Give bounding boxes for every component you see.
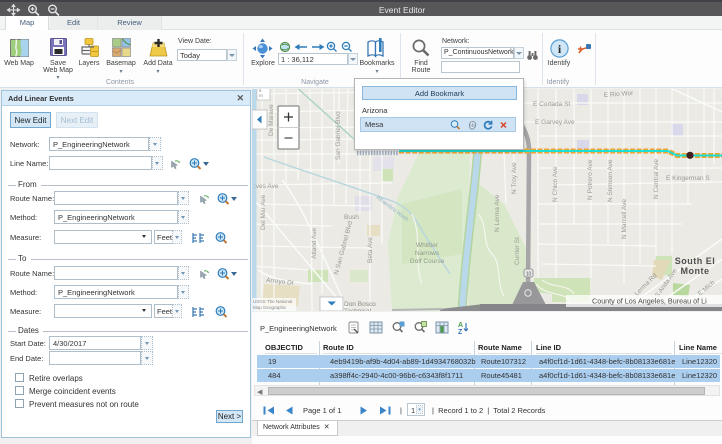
svg-text:Atland Ave: Atland Ave [311, 228, 318, 259]
svg-text:A: A [458, 322, 463, 329]
svg-text:N Lerma Ave: N Lerma Ave [494, 194, 501, 232]
svg-text:County of Los Angeles, Bureau: County of Los Angeles, Bureau of Li [592, 297, 707, 306]
svg-text:Z: Z [458, 329, 463, 334]
svg-text:E Garvey Ave: E Garvey Ave [535, 119, 575, 126]
svg-text:Whittier: Whittier [416, 242, 439, 249]
svg-text:m: m [259, 93, 263, 98]
svg-text:N Troy Ave: N Troy Ave [511, 162, 518, 194]
svg-text:E Cortada St: E Cortada St [533, 101, 570, 108]
svg-text:N Central Ave: N Central Ave [653, 159, 660, 199]
svg-text:Currier St: Currier St [514, 237, 521, 265]
svg-text:Bush: Bush [344, 214, 359, 221]
svg-text:Del Mar Ave: Del Mar Ave [260, 194, 267, 230]
svg-text:Beta Ave: Beta Ave [367, 237, 374, 263]
svg-text:Map Geographic: Map Geographic [253, 305, 287, 310]
svg-text:N Potrero Ave: N Potrero Ave [587, 159, 594, 200]
svg-text:De Marave: De Marave [268, 104, 275, 136]
svg-text:Golf Course: Golf Course [410, 258, 445, 265]
svg-text:South El: South El [675, 256, 716, 266]
svg-text:E Mich: E Mich [697, 279, 717, 297]
svg-text:N Chico Ave: N Chico Ave [552, 166, 559, 202]
svg-text:Monte: Monte [681, 266, 710, 276]
svg-text:E Rio Wor: E Rio Wor [604, 90, 635, 99]
svg-text:10: 10 [526, 272, 532, 278]
svg-text::ves Ave: :ves Ave [254, 183, 279, 190]
svg-text:N Stimson Ave: N Stimson Ave [607, 159, 614, 202]
svg-text:Narrows: Narrows [415, 250, 440, 257]
svg-text:E Kingerman S: E Kingerman S [666, 175, 710, 182]
svg-text:USGS The National: USGS The National [253, 299, 292, 304]
svg-text:Technical: Technical [344, 308, 372, 311]
svg-text:N Marcell Ave: N Marcell Ave [621, 199, 628, 239]
svg-text:San Gabriel Blvd: San Gabriel Blvd [335, 111, 342, 160]
svg-text:Don Bosco: Don Bosco [344, 301, 376, 308]
